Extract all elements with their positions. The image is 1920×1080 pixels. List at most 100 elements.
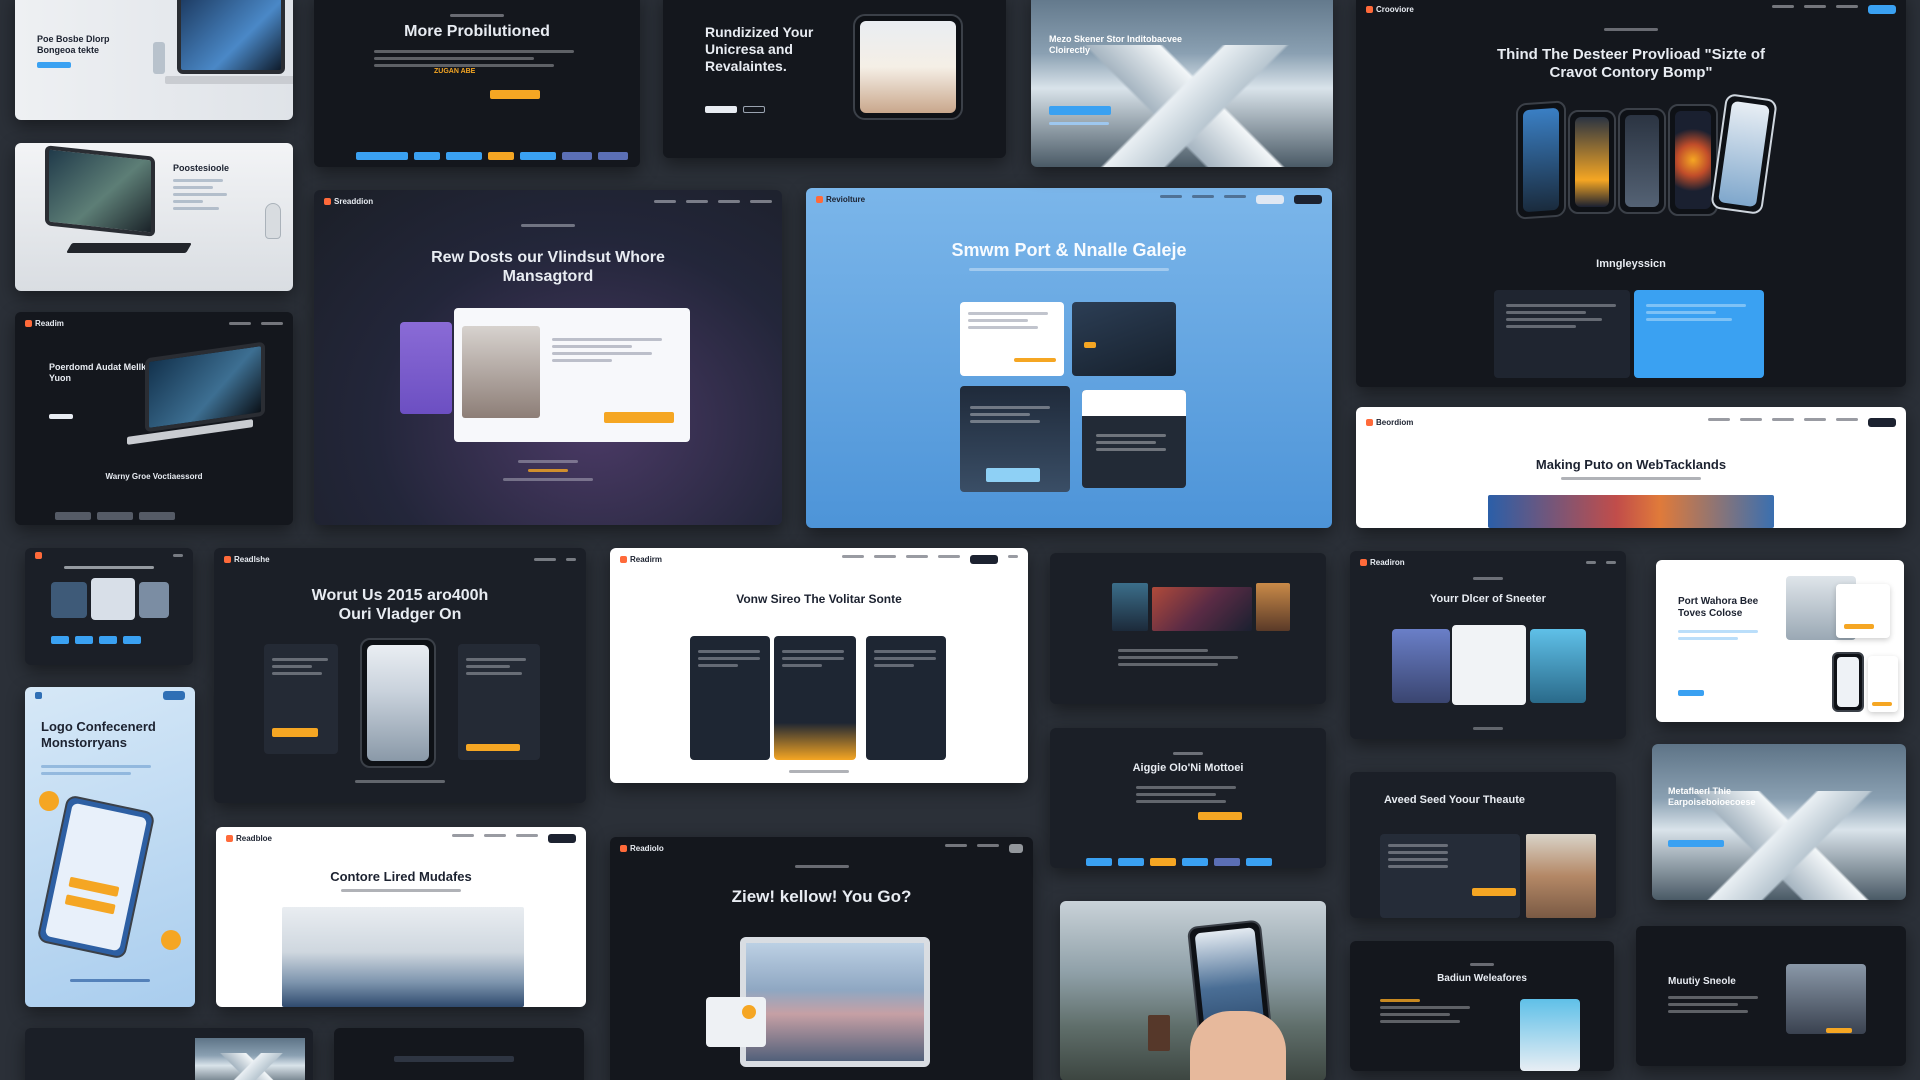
- cta-button[interactable]: [272, 728, 318, 737]
- media-thumb: [1152, 587, 1252, 631]
- badge-icon: [39, 791, 59, 811]
- tile-nav: Beordiom: [1356, 411, 1906, 433]
- dashboard-panel: [1380, 834, 1520, 918]
- image-card: [1520, 999, 1580, 1071]
- preview-tile-vladger[interactable]: Readlshe Worut Us 2015 aro400h Ouri Vlad…: [214, 548, 586, 803]
- tile-description: [1380, 999, 1470, 1027]
- tile-nav: Readiron: [1350, 551, 1626, 573]
- tile-title: Badiun Weleafores: [1437, 973, 1527, 984]
- preview-tile-mountain-discovery[interactable]: Mezo Skener Stor Inditobacvee Cloirectly: [1031, 0, 1333, 167]
- preview-tile-toves-colose[interactable]: Port Wahora Bee Toves Colose: [1656, 560, 1904, 722]
- preview-tile-laptop-promo[interactable]: Poe Bosbe Dlorp Bongeoa tekte: [15, 0, 293, 120]
- brand-logo: Readlshe: [224, 555, 270, 564]
- preview-tile-galeje[interactable]: Reviolture Smwm Port & Nnalle Galeje: [806, 188, 1332, 528]
- preview-tile-weleafores[interactable]: Badiun Weleafores: [1350, 941, 1614, 1071]
- preview-tile-vlindsut[interactable]: Sreaddion Rew Dosts our Vlindsut Whore M…: [314, 190, 782, 525]
- cta-button[interactable]: [1678, 690, 1704, 696]
- cta-button[interactable]: [49, 414, 73, 419]
- phone-mockup: [1618, 108, 1666, 214]
- preview-tile-probilutioned[interactable]: More Probilutioned ZUGAN ABE: [314, 0, 640, 167]
- secondary-button[interactable]: [743, 106, 765, 113]
- phone-mockup: [1516, 100, 1566, 220]
- product-card: [1786, 964, 1866, 1034]
- image-card: [139, 582, 169, 618]
- team-photo: [282, 907, 524, 1007]
- tile-title: Vonw Sireo The Volitar Sonte: [736, 592, 902, 606]
- tile-title: More Probilutioned: [404, 23, 550, 40]
- tile-title: Mezo Skener Stor Inditobacvee Cloirectly: [1049, 34, 1183, 55]
- media-thumb: [1112, 583, 1148, 631]
- landscape-image: [195, 1038, 305, 1080]
- info-card: [1836, 584, 1890, 638]
- laptop-screen-image: [177, 0, 285, 74]
- tile-nav: Reviolture: [806, 188, 1332, 210]
- preview-tile-muutiy[interactable]: Muutiy Sneole: [1636, 926, 1906, 1066]
- tile-title: Aveed Seed Yoour Theaute: [1384, 794, 1526, 806]
- image-card: [1392, 629, 1450, 703]
- preview-tile-desteer[interactable]: Crooviore Thind The Desteer Provlioad "S…: [1356, 0, 1906, 387]
- phone-mockup: [1710, 92, 1778, 216]
- kicker-text: [1470, 963, 1494, 966]
- brand-logo: Readim: [25, 319, 64, 328]
- preview-tile-unicresa[interactable]: Rundizized Your Unicresa and Revalaintes…: [663, 0, 1006, 158]
- brand-logo: Beordiom: [1366, 418, 1413, 427]
- preview-tile-partial-bottom[interactable]: [334, 1028, 584, 1080]
- kicker-text: [794, 865, 849, 868]
- cta-button[interactable]: [37, 62, 71, 68]
- tile-subtitle: [1356, 477, 1906, 480]
- tile-title: Poe Bosbe Dlorp Bongeoa tekte: [37, 34, 110, 55]
- tile-title: Poerdomd Audat Mellk Yuon: [49, 362, 147, 383]
- preview-tile-mini-dashboard[interactable]: [25, 548, 193, 665]
- phone-mockup: [1568, 110, 1616, 214]
- tile-nav: Readiolo: [610, 837, 1033, 859]
- preview-tile-volitar[interactable]: Readirm Vonw Sireo The Volitar Sonte: [610, 548, 1028, 783]
- tile-title: Metaflaerl Thie Earpoiseboioecoese: [1668, 786, 1756, 807]
- tile-nav: Readirm: [610, 548, 1028, 570]
- cta-button[interactable]: [1049, 106, 1111, 115]
- tile-title: Rundizized Your Unicresa and Revalaintes…: [705, 24, 814, 74]
- cta-button[interactable]: [705, 106, 737, 113]
- badge-icon: [742, 1005, 756, 1019]
- app-window: [454, 308, 690, 442]
- preview-tile-team-meeting[interactable]: Readbloe Contore Lired Mudafes: [216, 827, 586, 1007]
- tile-title: Rew Dosts our Vlindsut Whore Mansagtord: [431, 249, 665, 286]
- preview-tile-dark-laptop[interactable]: Readim Poerdomd Audat Mellk Yuon Warny G…: [15, 312, 293, 525]
- preview-tile-sneeter[interactable]: Readiron Yourr Dlcer of Sneeter: [1350, 551, 1626, 739]
- cta-button[interactable]: [490, 90, 540, 99]
- tile-description: [1678, 630, 1758, 644]
- tile-title: Contore Lired Mudafes: [330, 869, 472, 884]
- tile-title: Logo Confecenerd Monstorryans: [41, 719, 156, 750]
- tile-title: Thind The Desteer Provlioad "Sizte of Cr…: [1497, 46, 1765, 81]
- tile-footer: [214, 780, 586, 783]
- preview-tile-kellow[interactable]: Readiolo Ziew! kellow! You Go?: [610, 837, 1033, 1080]
- tile-heading: [25, 566, 193, 569]
- cta-button[interactable]: [1198, 812, 1242, 820]
- tile-title: Ziew! kellow! You Go?: [731, 887, 912, 906]
- tile-title: Yourr Dlcer of Sneeter: [1430, 593, 1546, 605]
- preview-tile-yoour-theaute[interactable]: Aveed Seed Yoour Theaute: [1350, 772, 1616, 918]
- device-stack: [706, 997, 766, 1047]
- phone-mockup: [36, 794, 156, 960]
- tile-subtitle: [216, 889, 586, 892]
- cta-button[interactable]: [466, 744, 520, 751]
- tile-nav: [25, 548, 193, 562]
- info-card: [1868, 656, 1898, 712]
- kicker-text: [1473, 577, 1503, 580]
- cta-button[interactable]: [604, 412, 674, 423]
- sidebar-panel: [400, 322, 452, 414]
- pricing-card: [866, 636, 946, 760]
- preview-tile-mountain-right[interactable]: Metaflaerl Thie Earpoiseboioecoese: [1652, 744, 1906, 900]
- cta-button[interactable]: [1826, 1028, 1852, 1033]
- link-text[interactable]: [1049, 122, 1109, 125]
- preview-tile-laptop-product[interactable]: Poostesioole: [15, 143, 293, 291]
- phone-mockup: [1832, 652, 1864, 712]
- preview-tile-partial-bottom[interactable]: [25, 1028, 313, 1080]
- button-strip: [51, 636, 141, 644]
- preview-tile-media-grid[interactable]: [1050, 553, 1326, 704]
- preview-tile-aiggie[interactable]: Aiggie Olo'Ni Mottoei: [1050, 728, 1326, 868]
- cta-button[interactable]: [1668, 840, 1724, 847]
- lamp-image: [265, 203, 281, 239]
- preview-tile-logo-app[interactable]: Logo Confecenerd Monstorryans: [25, 687, 195, 1007]
- preview-tile-webtacklands[interactable]: Beordiom Making Puto on WebTacklands: [1356, 407, 1906, 528]
- preview-tile-phone-hand[interactable]: [1060, 901, 1326, 1080]
